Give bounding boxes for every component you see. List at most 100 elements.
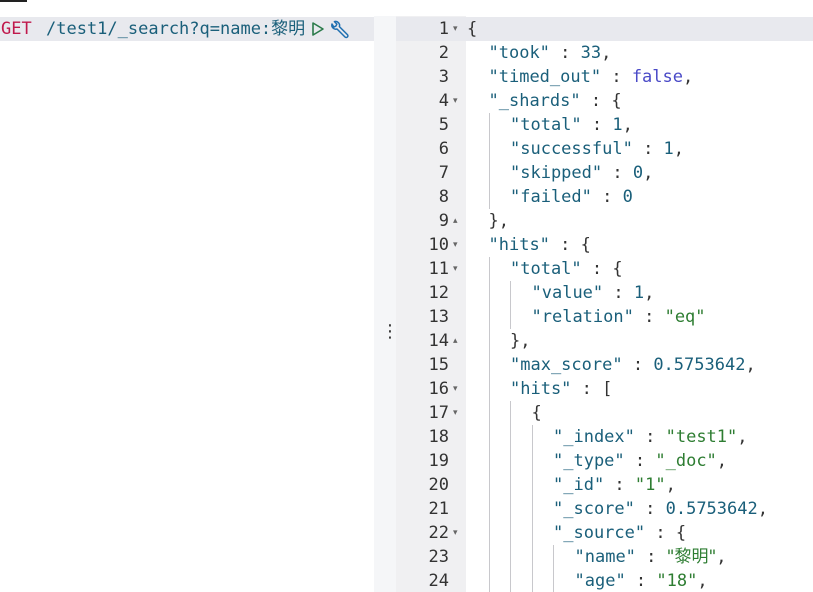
code-token: 33 <box>580 43 602 63</box>
code-line: 22 ▾ "_source" : { <box>396 521 813 545</box>
code-line: 4 ▾ "_shards" : { <box>396 89 813 113</box>
code-text: { <box>467 17 477 41</box>
code-token: "_id" <box>553 475 605 495</box>
code-token: "_doc" <box>655 451 717 471</box>
pane-divider[interactable]: ⋮ <box>374 16 399 592</box>
code-token: : <box>604 475 635 495</box>
code-token: 1 <box>612 115 623 135</box>
code-line: 17 ▾ { <box>396 401 813 425</box>
code-token: : <box>632 139 664 159</box>
code-token: , <box>644 283 655 303</box>
code-line: 10 ▾ "hits" : { <box>396 233 813 257</box>
fold-collapse-icon[interactable]: ▾ <box>453 377 463 401</box>
line-number: 15 <box>428 355 449 375</box>
code-token: , <box>737 427 748 447</box>
code-token: , <box>673 139 685 159</box>
code-token: : <box>635 547 667 567</box>
code-token: "value" <box>531 283 604 303</box>
response-viewer[interactable]: 1 ▾{2 "took" : 33, 3 "timed_out" : false, 4 ▾ "… <box>396 16 813 592</box>
code-line: 21 "_score" : 0.5753642, <box>396 497 813 521</box>
fold-expand-icon[interactable]: ▴ <box>453 209 463 233</box>
code-token: }, <box>488 211 509 231</box>
code-line: 11 ▾ "total" : { <box>396 257 813 281</box>
top-bar <box>0 0 813 16</box>
request-url: /test1/_search?q=name:黎明 <box>46 17 305 41</box>
code-token: "test1" <box>665 427 738 447</box>
code-line: 20 "_id" : "1", <box>396 473 813 497</box>
line-number: 2 <box>438 43 449 63</box>
code-token: : <box>633 307 665 327</box>
top-tab-indicator <box>0 0 27 2</box>
code-text: "_id" : "1", <box>553 473 676 497</box>
fold-collapse-icon[interactable]: ▾ <box>453 89 463 113</box>
line-number: 7 <box>438 163 449 183</box>
code-text: "hits" : [ <box>510 377 612 401</box>
code-token: , <box>601 43 612 63</box>
code-token: : <box>591 187 623 207</box>
code-token: , <box>697 571 708 591</box>
code-token: "successful" <box>510 139 633 159</box>
request-line[interactable]: GET /test1/_search?q=name:黎明 <box>0 17 374 41</box>
vertical-ellipsis-icon[interactable]: ⋮ <box>381 323 399 341</box>
fold-collapse-icon[interactable]: ▾ <box>453 257 463 281</box>
code-text: "value" : 1, <box>532 281 655 305</box>
code-text: "_shards" : { <box>489 89 622 113</box>
code-token: 0 <box>632 163 644 183</box>
request-editor[interactable]: GET /test1/_search?q=name:黎明 <box>0 16 374 592</box>
code-token: "took" <box>488 43 550 63</box>
code-token: { <box>531 403 542 423</box>
code-token: , <box>757 499 768 519</box>
code-line: 14 ▴}, <box>396 329 813 353</box>
code-line: 24 "age" : "18", <box>396 569 813 592</box>
code-text: { <box>532 401 542 425</box>
code-text: }, <box>489 209 509 233</box>
request-url-path: /test1/_search?q=name: <box>46 19 272 39</box>
line-number: 24 <box>428 571 449 591</box>
request-method: GET <box>1 19 32 39</box>
code-text: "_source" : { <box>553 521 686 545</box>
code-line: 15 "max_score" : 0.5753642, <box>396 353 813 377</box>
code-text: "successful" : 1, <box>510 137 684 161</box>
code-token: : <box>602 163 633 183</box>
code-text: "took" : 33, <box>489 41 612 65</box>
line-number: 1 <box>438 19 449 39</box>
line-number: 18 <box>428 427 449 447</box>
code-token: : <box>601 67 632 87</box>
code-token: : <box>634 427 666 447</box>
code-token: 1 <box>633 283 645 303</box>
code-line: 9 ▴}, <box>396 209 813 233</box>
code-line: 13 "relation" : "eq" <box>396 305 813 329</box>
code-line: 7 "skipped" : 0, <box>396 161 813 185</box>
code-line: 8 "failed" : 0 <box>396 185 813 209</box>
code-token: : { <box>580 91 622 111</box>
code-text: "_type" : "_doc", <box>553 449 727 473</box>
play-icon[interactable] <box>310 21 326 37</box>
code-token: { <box>467 19 478 39</box>
code-token: 0.5753642 <box>653 355 746 375</box>
code-token: }, <box>510 331 531 351</box>
code-token: "max_score" <box>510 355 623 375</box>
fold-expand-icon[interactable]: ▴ <box>453 329 463 353</box>
code-text: "timed_out" : false, <box>489 65 694 89</box>
fold-collapse-icon[interactable]: ▾ <box>453 521 463 545</box>
fold-collapse-icon[interactable]: ▾ <box>453 17 463 41</box>
wrench-icon[interactable] <box>328 20 350 40</box>
code-token: "_score" <box>553 499 635 519</box>
code-line: 12 "value" : 1, <box>396 281 813 305</box>
line-number: 13 <box>428 307 449 327</box>
line-number: 9 <box>438 211 449 231</box>
fold-collapse-icon[interactable]: ▾ <box>453 401 463 425</box>
line-number: 10 <box>428 235 449 255</box>
code-token: : <box>549 43 581 63</box>
code-text: "total" : 1, <box>510 113 633 137</box>
line-number: 19 <box>428 451 449 471</box>
code-token: , <box>665 475 676 495</box>
code-text: "max_score" : 0.5753642, <box>510 353 756 377</box>
code-token: , <box>716 547 727 567</box>
code-line: 18 "_index" : "test1", <box>396 425 813 449</box>
code-token: "name" <box>574 547 636 567</box>
line-number: 4 <box>438 91 449 111</box>
fold-collapse-icon[interactable]: ▾ <box>453 233 463 257</box>
code-text: "age" : "18", <box>575 569 708 592</box>
line-number: 8 <box>438 187 449 207</box>
